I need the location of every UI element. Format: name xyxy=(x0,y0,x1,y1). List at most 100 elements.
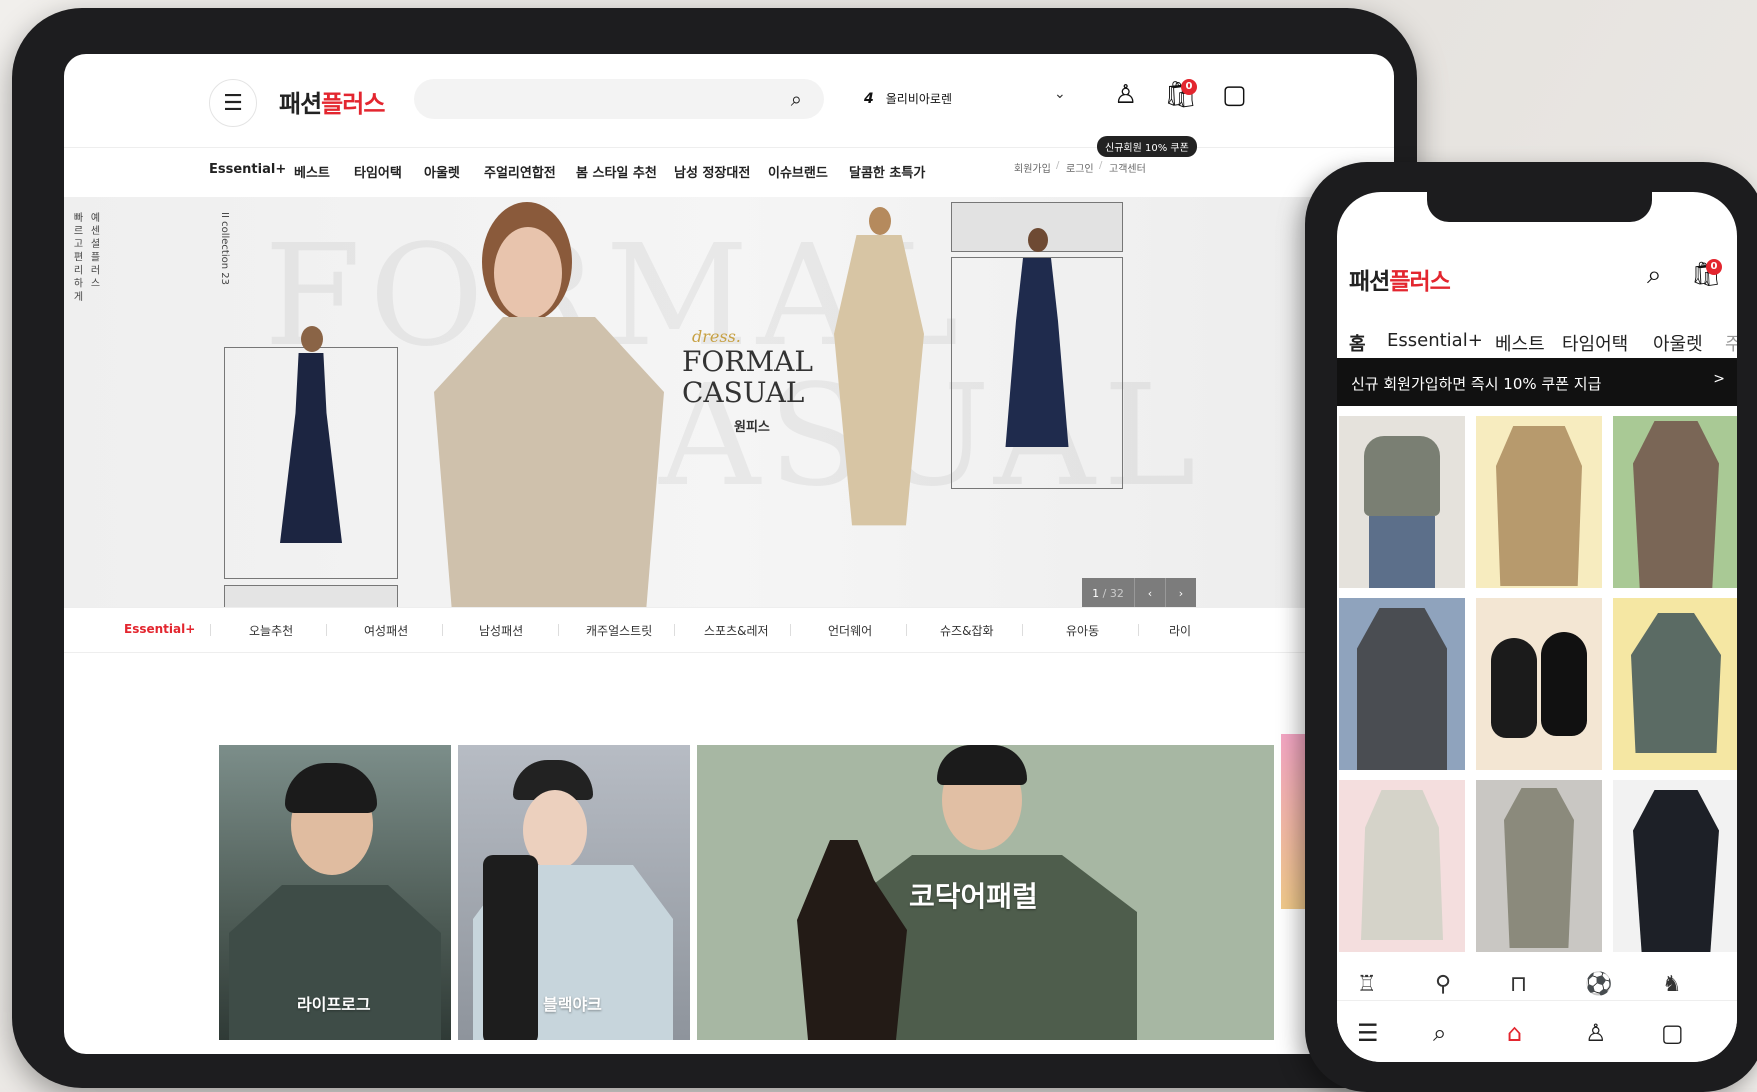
hero-title: CASUAL xyxy=(682,376,805,409)
category-tab[interactable]: 남성패션 xyxy=(479,622,523,639)
user-icon[interactable]: ♙ xyxy=(1114,80,1137,110)
product-thumb[interactable] xyxy=(1339,780,1465,952)
jeans xyxy=(1369,516,1435,588)
coupon-tooltip: 신규회원 10% 쿠폰 xyxy=(1097,136,1197,157)
search-icon[interactable]: ⌕ xyxy=(791,87,802,111)
brand-tile-caption: 코닥어패럴 xyxy=(909,880,1038,913)
product-frame xyxy=(951,228,1123,489)
site-logo[interactable]: 패션플러스 xyxy=(1349,262,1451,296)
model-head xyxy=(1028,228,1048,252)
kids-category-icon[interactable]: ♞ xyxy=(1662,972,1682,997)
product-thumb[interactable] xyxy=(1613,598,1737,770)
brand-tile[interactable]: 코닥어패럴 xyxy=(697,745,1274,1040)
signup-link[interactable]: 회원가입 xyxy=(1014,160,1051,175)
product-thumb[interactable] xyxy=(1613,780,1737,952)
site-logo[interactable]: 패션플러스 xyxy=(279,84,385,119)
model-head xyxy=(869,207,891,235)
blazer xyxy=(1357,608,1447,770)
tweed-jacket xyxy=(1496,426,1582,586)
nav-more[interactable]: 주 xyxy=(1725,330,1737,356)
brand-tile[interactable]: 라이프로그 xyxy=(219,745,451,1040)
model-head xyxy=(301,326,323,352)
hero-side-text: 예 센 셜 플 러 스 xyxy=(88,212,99,288)
search-icon[interactable]: ⌕ xyxy=(1433,1019,1446,1047)
login-link[interactable]: 로그인 xyxy=(1066,160,1094,175)
product-thumb[interactable] xyxy=(1339,416,1465,588)
nav-timeattack[interactable]: 타임어택 xyxy=(1562,330,1628,356)
loafer xyxy=(1491,638,1537,738)
chevron-down-icon[interactable]: ⌄ xyxy=(1054,86,1066,102)
tablet-device: ☰ 패션플러스 ⌕ 4 올리비아로렌 ⌄ ♙ 🛍 0 ▢ Essential+ 베… xyxy=(12,8,1417,1088)
category-tab[interactable]: 여성패션 xyxy=(364,622,408,639)
navy-dress xyxy=(280,353,342,543)
nav-sweet-deal[interactable]: 달콤한 초특가 xyxy=(849,162,925,181)
nav-best[interactable]: 베스트 xyxy=(1495,330,1545,356)
category-tab[interactable]: 유아동 xyxy=(1066,622,1099,639)
popular-search-rank[interactable]: 4 올리비아로렌 xyxy=(864,90,952,107)
bottom-tab-bar: ☰ ⌕ ⌂ ♙ ▢ xyxy=(1337,1000,1737,1062)
men-category-icon[interactable]: ⚲ xyxy=(1435,972,1451,997)
navy-dress xyxy=(1005,258,1069,447)
product-thumb[interactable] xyxy=(1476,598,1602,770)
brand-tile[interactable]: 블랙야크 xyxy=(458,745,690,1040)
product-thumb[interactable] xyxy=(1339,598,1465,770)
cart-count-badge: 0 xyxy=(1181,79,1197,95)
trench-coat xyxy=(1633,421,1719,588)
category-tab[interactable]: 언더웨어 xyxy=(828,622,872,639)
coupon-banner[interactable]: 신규 회원가입하면 즉시 10% 쿠폰 지급 > xyxy=(1337,358,1737,406)
nav-jewelry[interactable]: 주얼리연합전 xyxy=(484,162,556,181)
nav-essential[interactable]: Essential+ xyxy=(209,162,286,177)
pager-next-button[interactable]: › xyxy=(1165,578,1196,607)
hero-side-text: 빠 르 고 편 리 하 게 xyxy=(71,212,82,302)
nav-spring-style[interactable]: 봄 스타일 추천 xyxy=(576,162,657,181)
hero-title: FORMAL xyxy=(682,345,813,378)
category-tab[interactable]: 스포츠&레저 xyxy=(704,622,769,639)
category-tab[interactable]: 캐주얼스트릿 xyxy=(586,622,652,639)
nav-outlet[interactable]: 아울렛 xyxy=(1653,330,1703,356)
phone-nav: 홈 Essential+ 베스트 타임어택 아울렛 주 xyxy=(1337,322,1737,362)
recent-view-icon[interactable]: ▢ xyxy=(1661,1019,1684,1047)
menu-button[interactable]: ☰ xyxy=(209,79,257,127)
nav-home[interactable]: 홈 xyxy=(1349,330,1366,356)
util-separator: / xyxy=(1099,160,1103,171)
pants-category-icon[interactable]: ⊓ xyxy=(1510,972,1527,997)
category-icon-row: ♖ ⚲ ⊓ ⚽ ♞ xyxy=(1337,970,1737,1000)
home-icon[interactable]: ⌂ xyxy=(1507,1019,1522,1047)
jacket xyxy=(229,885,441,1040)
hero-pager: 1 / 32 ‹ › xyxy=(1082,578,1196,607)
search-icon[interactable]: ⌕ xyxy=(1647,260,1662,291)
nav-outlet[interactable]: 아울렛 xyxy=(424,162,460,181)
product-thumb[interactable] xyxy=(1613,416,1737,588)
search-input[interactable]: ⌕ xyxy=(414,79,824,119)
phone-screen: 패션플러스 ⌕ 🛍 0 홈 Essential+ 베스트 타임어택 아울렛 주 … xyxy=(1337,192,1737,1062)
nav-men-suit[interactable]: 남성 정장대전 xyxy=(674,162,750,181)
trench-dress xyxy=(434,317,664,607)
chevron-right-icon: › xyxy=(1178,586,1184,600)
product-thumb[interactable] xyxy=(1476,780,1602,952)
recent-view-icon[interactable]: ▢ xyxy=(1222,80,1247,110)
wool-coat xyxy=(1504,788,1574,948)
category-tab[interactable]: Essential+ xyxy=(124,622,195,636)
hamburger-icon: ☰ xyxy=(223,90,243,116)
chevron-right-icon: > xyxy=(1713,371,1725,387)
dog xyxy=(797,840,907,1040)
menu-icon[interactable]: ☰ xyxy=(1357,1019,1379,1047)
customer-center-link[interactable]: 고객센터 xyxy=(1109,160,1146,175)
women-category-icon[interactable]: ♖ xyxy=(1357,972,1377,997)
pager-count: 1 / 32 xyxy=(1082,578,1134,607)
pager-prev-button[interactable]: ‹ xyxy=(1134,578,1165,607)
phone-device: 패션플러스 ⌕ 🛍 0 홈 Essential+ 베스트 타임어택 아울렛 주 … xyxy=(1305,162,1757,1092)
nav-issue-brand[interactable]: 이슈브랜드 xyxy=(768,162,828,181)
nav-timeattack[interactable]: 타임어택 xyxy=(354,162,402,181)
product-thumb[interactable] xyxy=(1476,416,1602,588)
sports-category-icon[interactable]: ⚽ xyxy=(1585,972,1612,997)
category-tab[interactable]: 라이 xyxy=(1169,622,1191,639)
brand-tile-caption: 라이프로그 xyxy=(297,995,371,1014)
brand-tile-caption: 블랙야크 xyxy=(543,995,602,1014)
category-tab[interactable]: 슈즈&잡화 xyxy=(940,622,994,639)
category-tab[interactable]: 오늘추천 xyxy=(249,622,293,639)
hero-banner[interactable]: FORMALCASUAL 예 센 셜 플 러 스 빠 르 고 편 리 하 게 I… xyxy=(64,197,1394,607)
user-icon[interactable]: ♙ xyxy=(1585,1019,1607,1047)
nav-best[interactable]: 베스트 xyxy=(294,162,330,181)
nav-essential[interactable]: Essential+ xyxy=(1387,330,1483,351)
